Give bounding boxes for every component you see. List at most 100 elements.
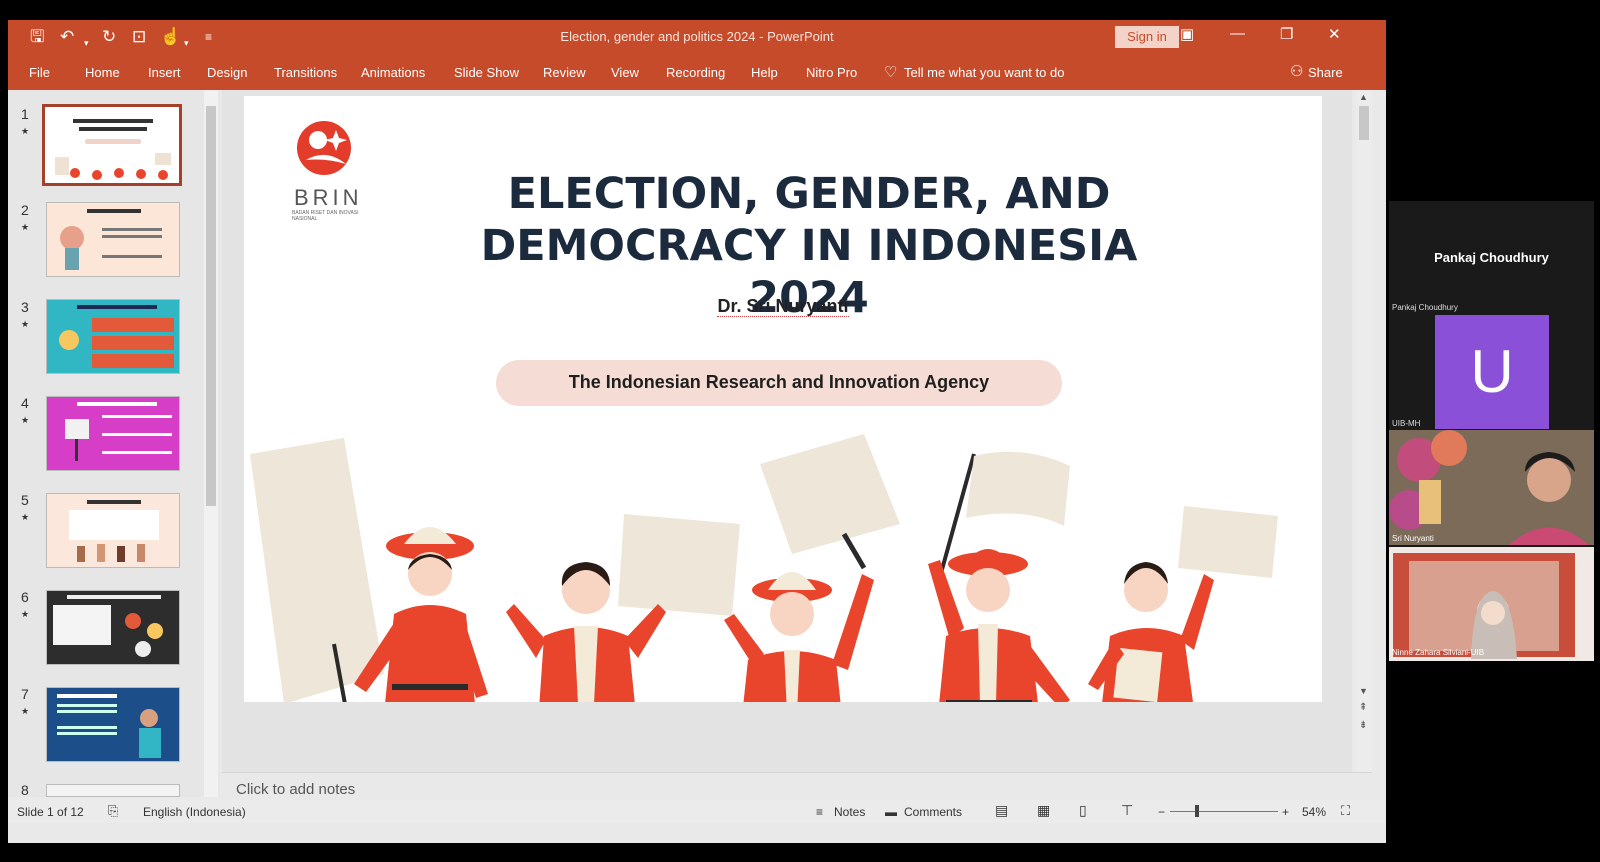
notes-button[interactable]: Notes (834, 805, 865, 819)
restore-icon[interactable]: ❐ (1280, 25, 1293, 43)
tab-recording[interactable]: Recording (666, 65, 725, 80)
participant-name-label: Pankaj Choudhury (1392, 303, 1458, 312)
scroll-thumb[interactable] (206, 106, 216, 506)
thumb-number-4: 4 (21, 395, 29, 411)
reading-view-icon[interactable]: ▯ (1079, 802, 1087, 819)
screen: 🖫 ↶ ▾ ↻ ⊡ ☝ ▾ ≡ Election, gender and pol… (0, 0, 1600, 862)
thumbnail-slide-4[interactable] (46, 396, 180, 471)
title-line-1: ELECTION, GENDER, AND (507, 169, 1111, 219)
brin-logo-subtext: BADAN RISET DAN INOVASI NASIONAL (292, 210, 359, 222)
slide-thumbnail-pane: 1 ★ 2 ★ 3 ★ 4 ★ 5 ★ 6 ★ 7 ★ 8 (8, 90, 220, 798)
zoom-slider[interactable] (1170, 811, 1278, 812)
comments-button[interactable]: Comments (904, 805, 962, 819)
previous-slide-icon[interactable]: ⇞ (1359, 702, 1367, 713)
animation-star-icon: ★ (21, 706, 30, 716)
tab-file[interactable]: File (29, 65, 50, 80)
title-bar: 🖫 ↶ ▾ ↻ ⊡ ☝ ▾ ≡ Election, gender and pol… (8, 20, 1386, 54)
slide-sorter-icon[interactable]: ▦ (1037, 802, 1050, 819)
animation-star-icon: ★ (21, 222, 30, 232)
thumb-number-1: 1 (21, 106, 29, 122)
scroll-down-icon[interactable]: ▼ (1359, 686, 1368, 696)
slideshow-view-icon[interactable]: ⊤ (1121, 802, 1133, 819)
tab-insert[interactable]: Insert (148, 65, 181, 80)
thumbnail-7-preview (57, 694, 161, 758)
lightbulb-icon: ♡ (884, 64, 898, 81)
sign-center (760, 434, 900, 554)
thumbnail-slide-2[interactable] (46, 202, 180, 277)
slide-canvas[interactable]: BRIN BADAN RISET DAN INOVASI NASIONAL EL… (244, 96, 1322, 702)
share-person-icon: ⚇ (1290, 63, 1304, 80)
animation-star-icon: ★ (21, 415, 30, 425)
fit-to-window-icon[interactable]: ⛶ (1341, 803, 1350, 819)
slide-editing-area: BRIN BADAN RISET DAN INOVASI NASIONAL EL… (222, 90, 1352, 772)
thumbnail-slide-7[interactable] (46, 687, 180, 762)
tab-design[interactable]: Design (207, 65, 247, 80)
thumbnail-slide-6[interactable] (46, 590, 180, 665)
thumbnail-5-preview (69, 500, 159, 562)
tab-home[interactable]: Home (85, 65, 120, 80)
agency-text: The Indonesian Research and Innovation A… (568, 372, 990, 392)
thumb-number-3: 3 (21, 299, 29, 315)
protesters-illustration (250, 434, 1278, 702)
participant-2-feed (1389, 547, 1594, 661)
notes-icon[interactable]: ≡ (816, 805, 823, 819)
tab-help[interactable]: Help (751, 65, 778, 80)
scroll-up-icon[interactable]: ▲ (1359, 92, 1368, 102)
thumbnail-slide-8[interactable] (46, 784, 180, 797)
tab-animations[interactable]: Animations (361, 65, 425, 80)
participant-1-feed (1389, 430, 1594, 545)
notes-pane[interactable]: Click to add notes (222, 772, 1372, 802)
tab-transitions[interactable]: Transitions (274, 65, 337, 80)
slide-scrollbar[interactable]: ▲ ▼ ⇞ ⇟ (1356, 90, 1372, 772)
participant-video-1[interactable]: Sri Nuryanti (1389, 430, 1594, 545)
tab-view[interactable]: View (611, 65, 639, 80)
tab-slide-show[interactable]: Slide Show (454, 65, 519, 80)
sign-right (1178, 506, 1278, 578)
powerpoint-window: 🖫 ↶ ▾ ↻ ⊡ ☝ ▾ ≡ Election, gender and pol… (8, 20, 1386, 843)
zoom-in-icon[interactable]: + (1282, 805, 1289, 819)
thumb-number-8: 8 (21, 782, 29, 798)
participant-label-uib: UIB-MH (1392, 419, 1421, 428)
tab-review[interactable]: Review (543, 65, 586, 80)
animation-star-icon: ★ (21, 319, 30, 329)
accessibility-icon[interactable]: ⎘ (108, 803, 118, 819)
share-button[interactable]: Share (1308, 65, 1343, 80)
language-indicator[interactable]: English (Indonesia) (143, 805, 246, 819)
thumb-number-2: 2 (21, 202, 29, 218)
tab-nitro-pro[interactable]: Nitro Pro (806, 65, 857, 80)
zoom-out-icon[interactable]: − (1158, 805, 1165, 819)
status-bar: Slide 1 of 12 ⎘ English (Indonesia) ≡ No… (8, 800, 1386, 823)
participant-label-1: Sri Nuryanti (1392, 534, 1434, 543)
animation-star-icon: ★ (21, 512, 30, 522)
notes-placeholder: Click to add notes (236, 781, 356, 798)
scroll-thumb[interactable] (1359, 106, 1369, 140)
thumbnail-2-preview (60, 209, 162, 270)
comments-icon[interactable]: ▬ (885, 805, 897, 819)
thumbnail-6-preview (53, 595, 163, 657)
ribbon-display-icon[interactable]: ▣ (1180, 25, 1194, 43)
minimize-icon[interactable]: — (1230, 25, 1245, 42)
thumbnail-4-preview (65, 402, 172, 461)
thumbnail-slide-3[interactable] (46, 299, 180, 374)
normal-view-icon[interactable]: ▤ (995, 802, 1008, 819)
active-speaker-name: Pankaj Choudhury (1434, 250, 1549, 265)
zoom-slider-thumb[interactable] (1195, 805, 1199, 817)
flag (966, 451, 1070, 526)
slide-counter: Slide 1 of 12 (17, 805, 84, 819)
sign-in-button[interactable]: Sign in (1115, 26, 1179, 48)
next-slide-icon[interactable]: ⇟ (1359, 720, 1367, 731)
author-name[interactable]: Dr. Sri Nuryanti (244, 296, 1322, 317)
thumbnail-scrollbar[interactable] (204, 90, 218, 797)
participant-avatar[interactable]: U (1435, 315, 1549, 429)
figure-1 (354, 527, 488, 702)
tell-me-search[interactable]: Tell me what you want to do (904, 65, 1064, 80)
thumb-number-7: 7 (21, 686, 29, 702)
close-icon[interactable]: ✕ (1328, 25, 1341, 43)
figure-5 (1088, 562, 1214, 702)
agency-banner[interactable]: The Indonesian Research and Innovation A… (496, 360, 1062, 406)
ribbon-tabs: File Home Insert Design Transitions Anim… (8, 54, 1386, 90)
thumbnail-slide-5[interactable] (46, 493, 180, 568)
zoom-level[interactable]: 54% (1302, 805, 1326, 819)
thumbnail-slide-1[interactable] (42, 104, 182, 186)
participant-video-2[interactable]: Ninne Zahara Silviani-UIB (1389, 547, 1594, 661)
